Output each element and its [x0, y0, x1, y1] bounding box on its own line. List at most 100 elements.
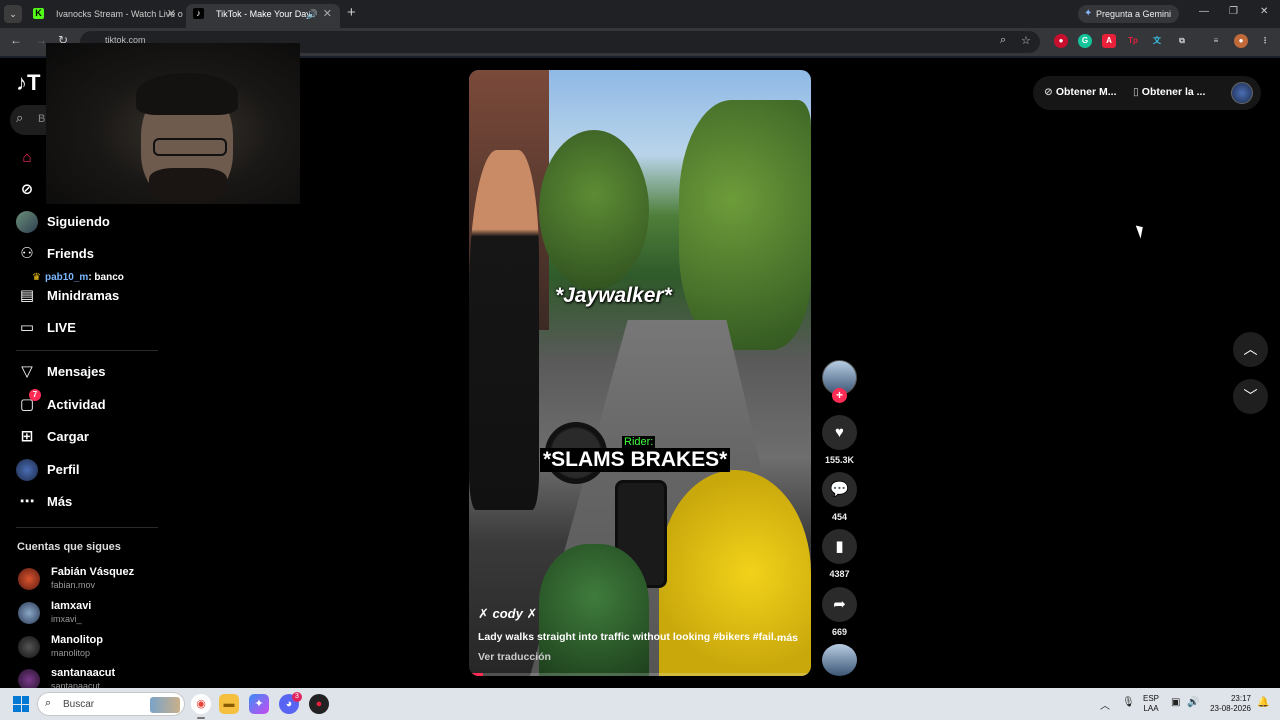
clock[interactable]: 23:17 23-08-2026	[1205, 694, 1251, 714]
share-button[interactable]: ➦	[822, 587, 857, 622]
nav-live[interactable]: ▭ LIVE	[16, 316, 166, 340]
windows-taskbar: ⌕ Buscar ◉ ▬ ✦ ◕ 3 ● ︿ 🎙 ESP LAA ▣ 🔊 23:…	[0, 688, 1280, 720]
volume-icon[interactable]: 🔊	[1187, 697, 1199, 708]
comment-button[interactable]: 💬	[822, 472, 857, 507]
save-button[interactable]: ▮	[822, 529, 857, 564]
sound-avatar[interactable]	[822, 644, 857, 676]
get-coins-label: Obtener M...	[1055, 86, 1117, 98]
account-name: santanaacut	[51, 667, 116, 679]
description-more-button[interactable]: más	[777, 632, 798, 644]
send-icon: ▽	[21, 363, 33, 380]
video-progress-bar[interactable]	[469, 673, 811, 676]
obs-icon[interactable]: ●	[309, 694, 329, 714]
following-avatar	[16, 211, 38, 233]
video-description: Lady walks straight into traffic without…	[478, 631, 783, 643]
menu-kebab-icon[interactable]: ⋮	[1258, 34, 1272, 48]
extension-tp-icon[interactable]: Tp	[1126, 34, 1140, 48]
top-actions-pill: ⊘ Obtener M... ▯ Obtener la ...	[1033, 76, 1261, 110]
following-account[interactable]: Manolitop manolitop	[18, 634, 168, 662]
save-count: 4387	[829, 569, 850, 579]
nav-label: Minidramas	[47, 288, 120, 303]
nav-label: Siguiendo	[47, 214, 110, 229]
comment-icon: 💬	[830, 481, 849, 498]
chrome-icon[interactable]: ◉	[191, 694, 211, 714]
network-icon[interactable]: ▣	[1171, 697, 1180, 708]
extension-red-icon[interactable]: ●	[1054, 34, 1068, 48]
windows-start-icon[interactable]	[13, 696, 29, 712]
close-window-button[interactable]: ✕	[1260, 6, 1268, 17]
nav-activity[interactable]: ▢ 7 Actividad	[16, 389, 166, 417]
tab-ivanocks-stream[interactable]: K Ivanocks Stream - Watch Live o ✕	[26, 4, 184, 28]
translate-link[interactable]: Ver traducción	[478, 651, 551, 663]
get-app-button[interactable]: ▯ Obtener la ...	[1133, 86, 1205, 98]
minimize-button[interactable]: —	[1199, 6, 1209, 17]
nav-upload[interactable]: ⊞ Cargar	[16, 425, 166, 449]
profile-avatar[interactable]: ●	[1234, 34, 1248, 48]
friends-icon: ⚇	[20, 245, 34, 262]
tv-icon: ▭	[19, 319, 35, 336]
coin-icon: ⊘	[1044, 86, 1053, 98]
chat-username: pab10_m	[44, 272, 89, 283]
extensions-puzzle-icon[interactable]: ⧉	[1175, 34, 1189, 48]
user-avatar[interactable]	[1231, 82, 1253, 104]
previous-video-button[interactable]: ︿	[1233, 332, 1268, 367]
nav-label: Cargar	[47, 429, 89, 444]
grammarly-icon[interactable]: G	[1078, 34, 1092, 48]
tray-chevron-icon[interactable]: ︿	[1100, 697, 1110, 712]
keyboard-layout: LAA	[1143, 704, 1159, 713]
notifications-icon[interactable]: 🔔	[1257, 697, 1269, 708]
nav-profile[interactable]: Perfil	[16, 458, 166, 482]
account-handle: imxavi_	[51, 614, 82, 624]
follow-plus-button[interactable]: +	[832, 388, 847, 403]
get-app-label: Obtener la ...	[1141, 86, 1206, 98]
translate-extension-icon[interactable]: 文	[1150, 34, 1164, 48]
adblock-icon[interactable]: A	[1102, 34, 1116, 48]
nav-messages[interactable]: ▽ Mensajes	[16, 360, 166, 384]
language-code: ESP	[1143, 694, 1160, 703]
nav-more[interactable]: ⋯ Más	[16, 490, 166, 514]
gemini-button[interactable]: ✦ Pregunta a Gemini	[1078, 5, 1180, 23]
taskbar-search[interactable]: ⌕ Buscar	[37, 692, 185, 716]
search-highlight-image	[150, 697, 180, 713]
bookmark-star-icon[interactable]: ☆	[1021, 34, 1031, 47]
nav-friends[interactable]: ⚇ Friends	[16, 242, 166, 266]
maximize-button[interactable]: ❐	[1229, 6, 1238, 17]
tiktok-icon: ♪	[193, 8, 204, 19]
microphone-icon[interactable]: 🎙	[1122, 697, 1135, 708]
back-button[interactable]: ←	[10, 33, 22, 47]
search-icon: ⌕	[16, 110, 24, 125]
following-account[interactable]: Fabián Vásquez fabian.mov	[18, 566, 168, 594]
close-tab-icon[interactable]: ✕	[323, 4, 332, 24]
new-tab-button[interactable]: +	[347, 4, 356, 21]
share-count: 669	[831, 627, 848, 637]
close-tab-icon[interactable]: ✕	[167, 4, 176, 24]
following-account[interactable]: Iamxavi imxavi_	[18, 600, 168, 628]
nav-minidramas[interactable]: ▤ Minidramas	[16, 284, 166, 308]
tab-tiktok[interactable]: ♪ TikTok - Make Your Day 🔊 ✕	[186, 4, 340, 28]
stream-chat-message: ♛ pab10_m: banco	[32, 272, 124, 283]
copilot-icon[interactable]: ✦	[249, 694, 269, 714]
video-author[interactable]: ✗ cody ✗	[478, 606, 537, 622]
nav-following[interactable]: Siguiendo	[16, 210, 166, 234]
account-avatar	[18, 636, 40, 658]
next-video-button[interactable]: ﹀	[1233, 379, 1268, 414]
account-name: Manolitop	[51, 634, 103, 646]
get-coins-button[interactable]: ⊘ Obtener M...	[1044, 86, 1117, 98]
tab-title: Ivanocks Stream - Watch Live o	[56, 9, 183, 19]
video-player[interactable]: *Jaywalker* Rider: *SLAMS BRAKES* ✗ cody…	[469, 70, 811, 676]
browser-tab-strip: ⌄ K Ivanocks Stream - Watch Live o ✕ ♪ T…	[0, 0, 1280, 28]
tab-search-button[interactable]: ⌄	[4, 5, 22, 23]
tiktok-logo[interactable]: ♪T	[16, 70, 40, 96]
account-name: Fabián Vásquez	[51, 566, 135, 578]
media-control-icon[interactable]: ≡	[1209, 34, 1223, 48]
speaker-icon[interactable]: 🔊	[307, 4, 318, 24]
file-explorer-icon[interactable]: ▬	[219, 694, 239, 714]
account-avatar	[18, 568, 40, 590]
notification-badge: 7	[29, 389, 41, 401]
like-button[interactable]: ♥	[822, 415, 857, 450]
language-indicator[interactable]: ESP LAA	[1143, 694, 1159, 714]
search-icon: ⌕	[45, 697, 52, 709]
kick-icon: K	[33, 8, 44, 19]
zoom-icon[interactable]: ⌕	[1000, 34, 1006, 47]
sidebar-divider	[16, 527, 158, 528]
